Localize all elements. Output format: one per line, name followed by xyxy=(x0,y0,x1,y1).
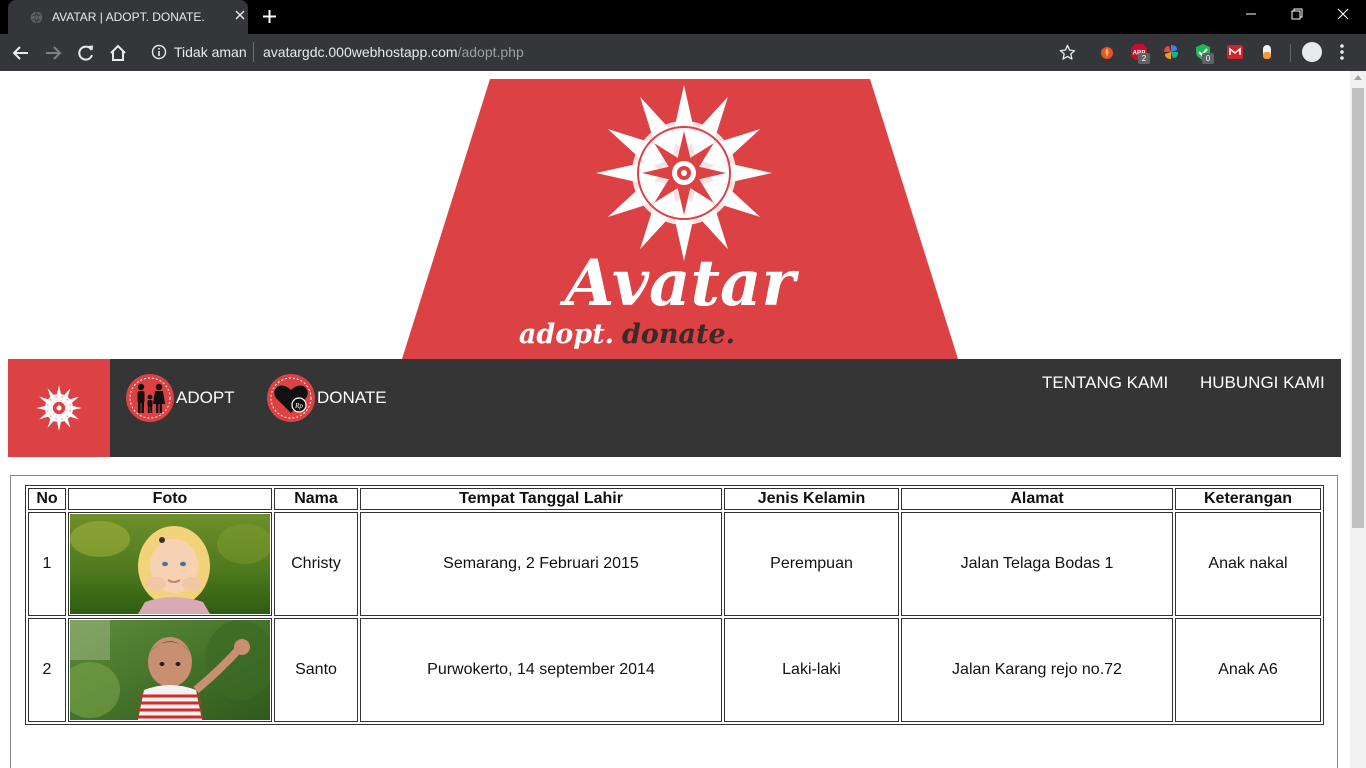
tab-title: AVATAR | ADOPT. DONATE. xyxy=(52,10,205,24)
cell-name: Santo xyxy=(274,618,358,722)
avatar-banner: Avatar adopt. donate. xyxy=(402,79,958,359)
header-name: Nama xyxy=(274,488,358,510)
cell-gender: Laki-laki xyxy=(724,618,899,722)
cell-name: Christy xyxy=(274,512,358,616)
bookmark-star-icon[interactable] xyxy=(1059,44,1076,61)
restore-icon[interactable] xyxy=(1290,7,1304,21)
url-divider xyxy=(253,42,254,62)
header-no: No xyxy=(28,488,66,510)
capsule-extension-icon[interactable] xyxy=(1258,43,1276,61)
globe-icon xyxy=(30,11,43,24)
mega-extension-icon[interactable] xyxy=(1226,43,1244,61)
header-gender: Jenis Kelamin xyxy=(724,488,899,510)
url-path: /adopt.php xyxy=(457,44,524,60)
scroll-up-arrow-icon[interactable] xyxy=(1354,75,1362,80)
browser-tab[interactable]: AVATAR | ADOPT. DONATE. xyxy=(8,0,248,34)
cell-no: 2 xyxy=(28,618,66,722)
family-icon xyxy=(126,374,174,422)
forward-icon[interactable] xyxy=(44,44,62,62)
header-birth: Tempat Tanggal Lahir xyxy=(360,488,722,510)
header-address: Alamat xyxy=(901,488,1173,510)
cell-birth: Purwokerto, 14 september 2014 xyxy=(360,618,722,722)
fire-extension-icon[interactable] xyxy=(1098,43,1116,61)
toolbar-divider xyxy=(1290,44,1291,62)
content-panel: No Foto Nama Tempat Tanggal Lahir Jenis … xyxy=(10,475,1338,768)
cell-photo xyxy=(68,618,272,722)
info-icon[interactable] xyxy=(151,44,167,60)
child-photo-santo[interactable] xyxy=(70,620,270,720)
child-photo-christy[interactable] xyxy=(70,514,270,614)
more-menu-icon[interactable] xyxy=(1338,43,1346,61)
reload-icon[interactable] xyxy=(77,44,95,62)
page-viewport: Avatar adopt. donate. ADOPT Rp DONATE TE… xyxy=(0,71,1350,768)
abp-extension[interactable]: ABP 2 xyxy=(1130,43,1152,65)
cell-birth: Semarang, 2 Februari 2015 xyxy=(360,512,722,616)
header-note: Keterangan xyxy=(1175,488,1321,510)
mandala-icon xyxy=(36,385,82,431)
cell-no: 1 xyxy=(28,512,66,616)
scrollbar-thumb[interactable] xyxy=(1352,88,1364,528)
tagline-adopt: adopt. xyxy=(519,319,614,350)
table-row: 2 Santo Purwokerto, 14 september 2014 La… xyxy=(28,618,1321,722)
cell-note: Anak nakal xyxy=(1175,512,1321,616)
profile-avatar[interactable] xyxy=(1302,42,1322,62)
header-photo: Foto xyxy=(68,488,272,510)
close-window-icon[interactable] xyxy=(1336,7,1350,21)
back-icon[interactable] xyxy=(12,44,30,62)
browser-toolbar: Tidak aman avatargdc.000webhostapp.com/a… xyxy=(0,34,1366,71)
browser-titlebar: AVATAR | ADOPT. DONATE. xyxy=(0,0,1366,34)
table-header-row: No Foto Nama Tempat Tanggal Lahir Jenis … xyxy=(28,488,1321,510)
shield-extension[interactable]: 0 xyxy=(1194,43,1216,65)
nav-about-link[interactable]: TENTANG KAMI xyxy=(1042,373,1168,393)
nav-adopt-label: ADOPT xyxy=(176,388,235,407)
svg-text:Rp: Rp xyxy=(294,402,303,410)
home-icon[interactable] xyxy=(109,44,127,62)
page-scrollbar[interactable] xyxy=(1350,71,1366,768)
cell-address: Jalan Telaga Bodas 1 xyxy=(901,512,1173,616)
shield-badge: 0 xyxy=(1202,53,1214,64)
nav-adopt[interactable]: ADOPT xyxy=(125,372,235,424)
close-tab-icon[interactable] xyxy=(234,9,246,21)
security-status[interactable]: Tidak aman xyxy=(174,44,247,60)
nav-donate[interactable]: Rp DONATE xyxy=(266,372,387,424)
cell-address: Jalan Karang rejo no.72 xyxy=(901,618,1173,722)
navbar-logo-box[interactable] xyxy=(8,359,110,457)
new-tab-icon[interactable] xyxy=(262,9,277,24)
tagline-donate: donate. xyxy=(622,319,735,350)
table-row: 1 Christy Semarang, 2 Februari 2015 Pere… xyxy=(28,512,1321,616)
cell-photo xyxy=(68,512,272,616)
url-text[interactable]: avatargdc.000webhostapp.com/adopt.php xyxy=(263,44,524,60)
cell-gender: Perempuan xyxy=(724,512,899,616)
main-navbar: ADOPT Rp DONATE TENTANG KAMI HUBUNGI KAM… xyxy=(8,359,1341,457)
url-host: avatargdc.000webhostapp.com xyxy=(263,44,458,60)
cell-note: Anak A6 xyxy=(1175,618,1321,722)
brand-wordmark: Avatar xyxy=(560,246,800,321)
adoption-table: No Foto Nama Tempat Tanggal Lahir Jenis … xyxy=(25,485,1324,725)
nav-contact-link[interactable]: HUBUNGI KAMI xyxy=(1200,373,1325,393)
minimize-icon[interactable] xyxy=(1244,7,1258,21)
pinwheel-extension-icon[interactable] xyxy=(1162,43,1180,61)
nav-donate-label: DONATE xyxy=(317,388,387,407)
heart-donate-icon: Rp xyxy=(267,374,315,422)
abp-badge: 2 xyxy=(1138,53,1150,64)
